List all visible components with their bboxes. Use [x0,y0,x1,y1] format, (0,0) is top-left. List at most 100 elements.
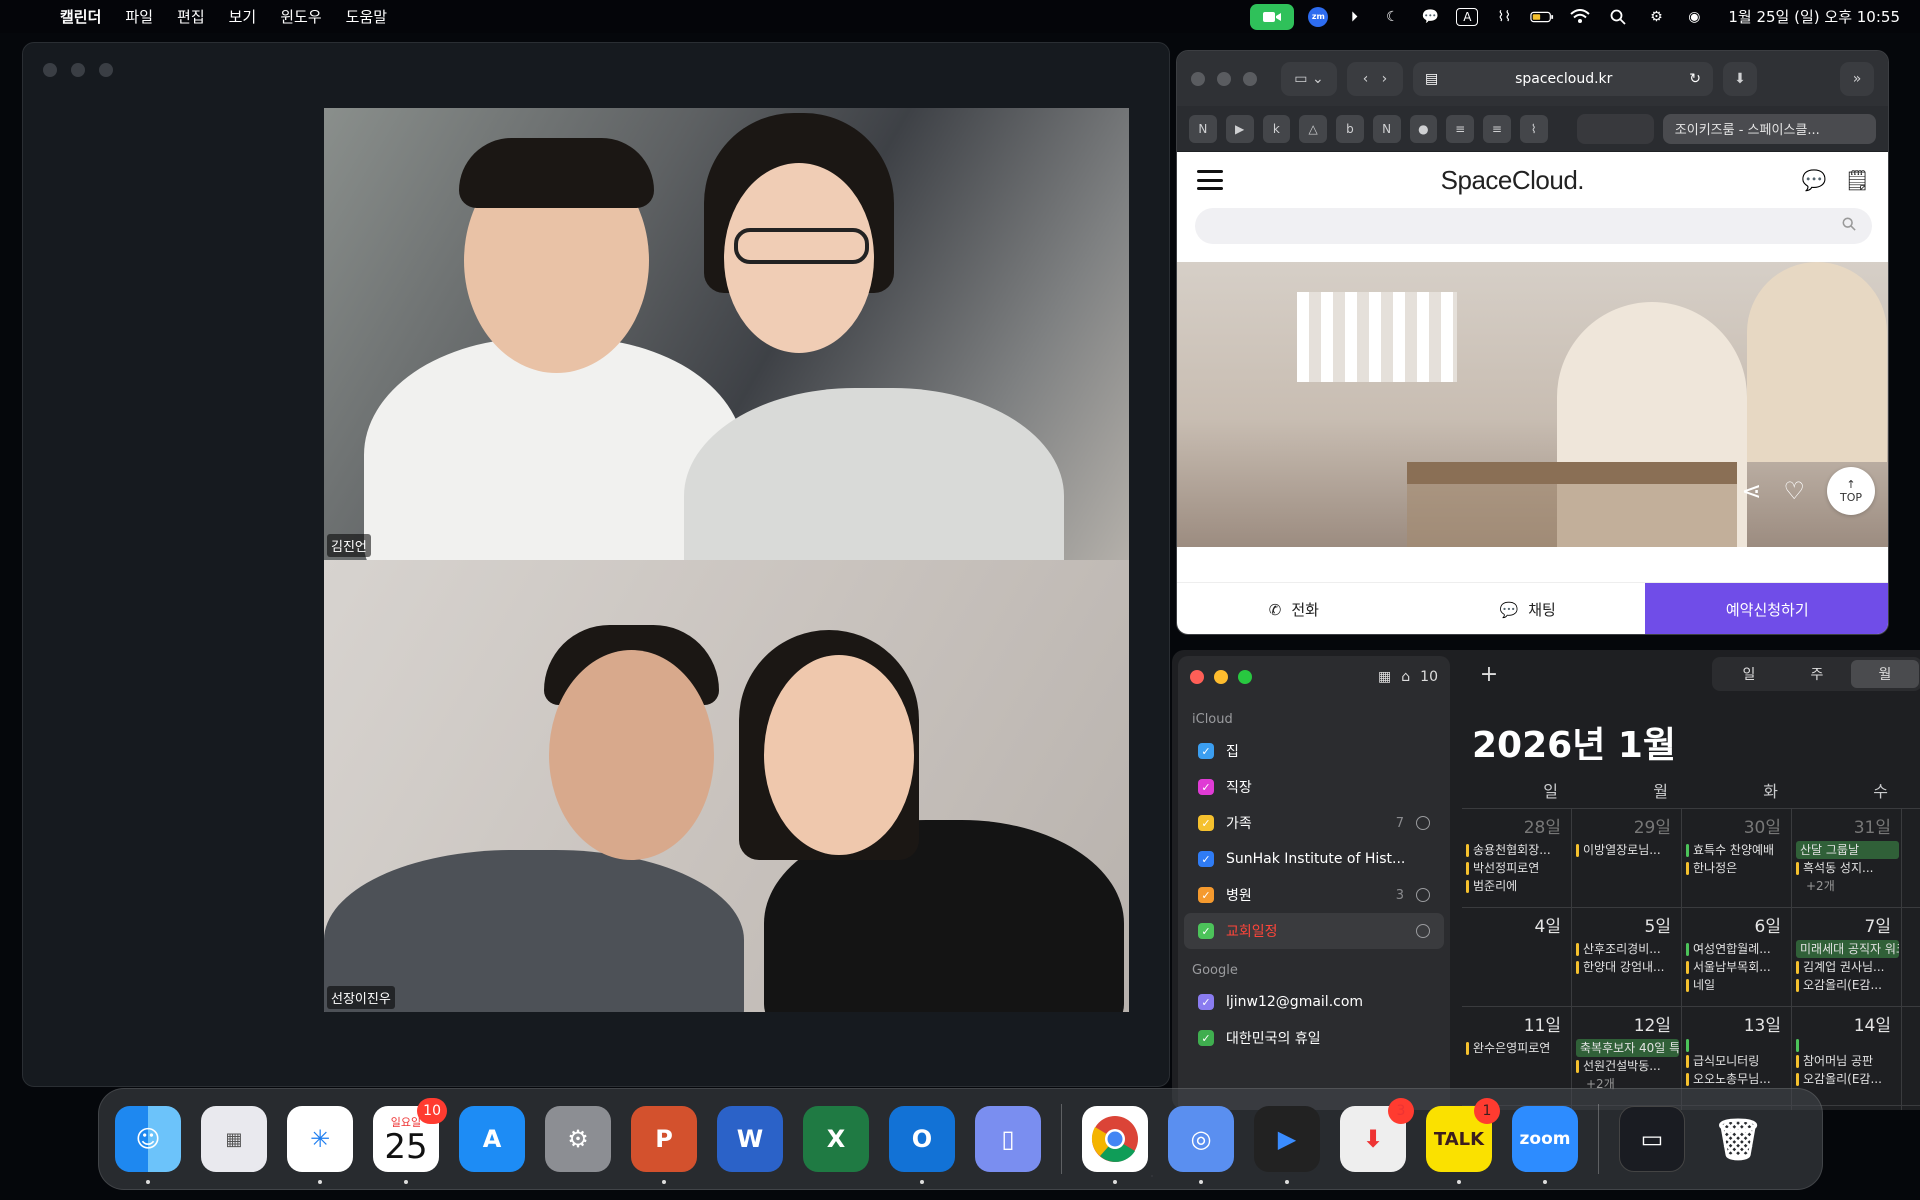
word-icon[interactable]: W [717,1106,783,1172]
scroll-top-button[interactable]: ↑ TOP [1827,467,1875,515]
shared-person-icon[interactable] [1416,816,1430,830]
favorite-list-icon[interactable]: ≡ [1446,114,1474,143]
favorite-drive-icon[interactable]: △ [1299,114,1327,143]
calendar-checkbox[interactable]: ✓ [1198,923,1214,939]
close-button[interactable] [43,63,57,77]
day-cell[interactable]: 29일 이방열장로님... [1572,809,1682,907]
input-source-icon[interactable]: A [1456,7,1479,26]
reload-icon[interactable]: ↻ [1689,71,1701,87]
zoom-status-icon[interactable]: zm [1308,6,1329,27]
calendar-event[interactable] [1796,1039,1899,1052]
calendar-list-item[interactable]: ✓ 직장 [1184,769,1444,805]
calendar-checkbox[interactable]: ✓ [1198,743,1214,759]
calendar-event[interactable]: 한나정은 [1686,859,1789,877]
calendar-event[interactable]: 흑석동 성지... [1796,859,1899,877]
favorite-k-icon[interactable]: k [1262,114,1291,143]
video-tile-top[interactable]: 김진언 [324,108,1129,560]
address-bar[interactable]: ▤ spacecloud.kr ↻ [1413,61,1713,96]
minimize-button[interactable] [1214,670,1228,684]
favorite-list-2-icon[interactable]: ≡ [1483,114,1511,143]
calendar-event[interactable]: 완수은영피로연 [1466,1039,1569,1057]
page-settings-icon[interactable]: ▤ [1425,71,1438,87]
calendar-list-item[interactable]: ✓ SunHak Institute of Hist... [1184,841,1444,877]
preview-icon[interactable]: ◎ [1168,1106,1234,1184]
video-tile-bottom[interactable]: 선장이진우 [324,560,1129,1012]
launchpad-icon[interactable]: ▦ [201,1106,267,1172]
downloads-folder-icon[interactable]: ▭ [1619,1106,1685,1172]
zoom-app-icon[interactable]: zoom [1512,1106,1578,1184]
favorite-mic-icon[interactable]: ⌇ [1519,114,1548,143]
calendar-event[interactable]: 미래세대 공직자 워크 [1796,940,1899,958]
media-player-icon[interactable]: ▶ [1254,1106,1320,1184]
finder-icon[interactable]: ☺ [115,1106,181,1184]
day-cell[interactable]: 6일 여성연합월례... 서울남부목회... 네일 [1682,908,1792,1006]
zoom-button[interactable] [1238,670,1252,684]
facetime-status-icon[interactable] [1250,3,1295,30]
favorite-blog-icon[interactable]: b [1336,114,1364,143]
excel-icon[interactable]: X [803,1106,869,1172]
day-cell[interactable]: 28일 송용천협회장... 박선정피로연 범준리에 [1462,809,1572,907]
powerpoint-icon[interactable]: P [631,1106,697,1184]
calendar-event[interactable]: 한양대 강엄내... [1576,958,1679,976]
calendar-checkbox[interactable]: ✓ [1198,815,1214,831]
calendar-list-item[interactable]: ✓ 집 [1184,733,1444,769]
battery-icon[interactable] [1530,6,1554,28]
menu-clock[interactable]: 1월 25일 (일) 오후 10:55 [1728,6,1900,27]
reserve-button[interactable]: 예약신청하기 [1644,583,1888,634]
calendar-event[interactable]: 김계업 권사님... [1796,958,1899,976]
control-center-icon[interactable]: ⚙ [1644,6,1668,28]
shared-person-icon[interactable] [1416,924,1430,938]
close-button[interactable] [1191,71,1205,86]
calendar-list-item[interactable]: ✓ 교회일정 [1184,913,1444,949]
sidebar-toggle-icon[interactable]: ▭ ⌄ [1281,61,1337,96]
site-logo[interactable]: SpaceCloud. [1223,165,1802,196]
calendar-event[interactable]: 효특수 찬양예배 [1686,841,1789,859]
day-cell[interactable]: 31일 산달 그룹날 흑석동 성지... +2개 [1792,809,1902,907]
calendar-checkbox[interactable]: ✓ [1198,994,1214,1010]
chat-bubble-icon[interactable]: 💬 [1418,6,1442,28]
calendar-list-item[interactable]: ✓ ljinw12@gmail.com [1184,984,1444,1020]
calendar-checkbox[interactable]: ✓ [1198,851,1214,867]
menu-view[interactable]: 보기 [229,6,257,27]
share-icon[interactable]: ⋖ [1741,477,1761,505]
favorite-youtube-icon[interactable]: ▶ [1225,114,1254,143]
calendar-event[interactable]: 박선정피로연 [1466,859,1569,877]
calendar-event[interactable]: 산달 그룹날 [1796,841,1899,859]
favorite-naver-icon[interactable]: N [1189,114,1217,143]
wifi-icon[interactable] [1568,6,1592,28]
calendar-list-icon[interactable]: ▦ [1378,669,1391,685]
day-cell[interactable]: 4일 [1462,908,1572,1006]
hamburger-menu-icon[interactable] [1197,170,1223,190]
close-button[interactable] [1190,670,1204,684]
more-events-link[interactable]: +2개 [1796,877,1899,895]
space-photo[interactable]: ⋖ ♡ ↑ TOP [1177,262,1888,547]
zoom-button[interactable] [1243,71,1257,86]
kakaotalk-icon[interactable]: TALK 1 [1426,1098,1500,1184]
calendar-event[interactable] [1686,1039,1789,1052]
day-cell[interactable]: 5일 산후조리경비... 한양대 강엄내... [1572,908,1682,1006]
safari-icon[interactable]: ✳ [287,1106,353,1184]
back-forward-icon[interactable]: ‹ › [1347,61,1403,96]
calendar-event[interactable]: 오오노총무님... [1686,1070,1789,1088]
menu-window[interactable]: 윈도우 [280,6,321,27]
menu-help[interactable]: 도움말 [346,6,387,27]
play-status-icon[interactable]: ⏵ [1342,6,1366,28]
calendar-event[interactable]: 여성연합월례... [1686,940,1789,958]
view-day-tab[interactable]: 일 [1715,660,1783,688]
calendar-checkbox[interactable]: ✓ [1198,779,1214,795]
heart-icon[interactable]: ♡ [1783,477,1805,505]
calendar-event[interactable]: 오감올리(E감... [1796,976,1899,994]
app-store-updates-icon[interactable]: ⬇ 3 [1340,1098,1414,1172]
minimize-button[interactable] [71,63,85,77]
zoom-button[interactable] [99,63,113,77]
calendar-checkbox[interactable]: ✓ [1198,1030,1214,1046]
calendar-event[interactable]: 참어머님 공판 [1796,1052,1899,1070]
calendar-event[interactable]: 축복후보자 40일 특별교육 임승진 김원경 [1576,1039,1679,1057]
tab-active[interactable]: 조이키즈룸 - 스페이스클... [1662,113,1877,144]
calendar-app-icon[interactable]: 일요일 25 10 [373,1098,447,1184]
calendar-checkbox[interactable]: ✓ [1198,887,1214,903]
add-event-button[interactable]: + [1472,657,1506,691]
calendar-event[interactable]: 이방열장로님... [1576,841,1679,859]
iphone-mirroring-icon[interactable]: ▯ [975,1106,1041,1172]
menu-app-name[interactable]: 캘린더 [60,6,101,27]
